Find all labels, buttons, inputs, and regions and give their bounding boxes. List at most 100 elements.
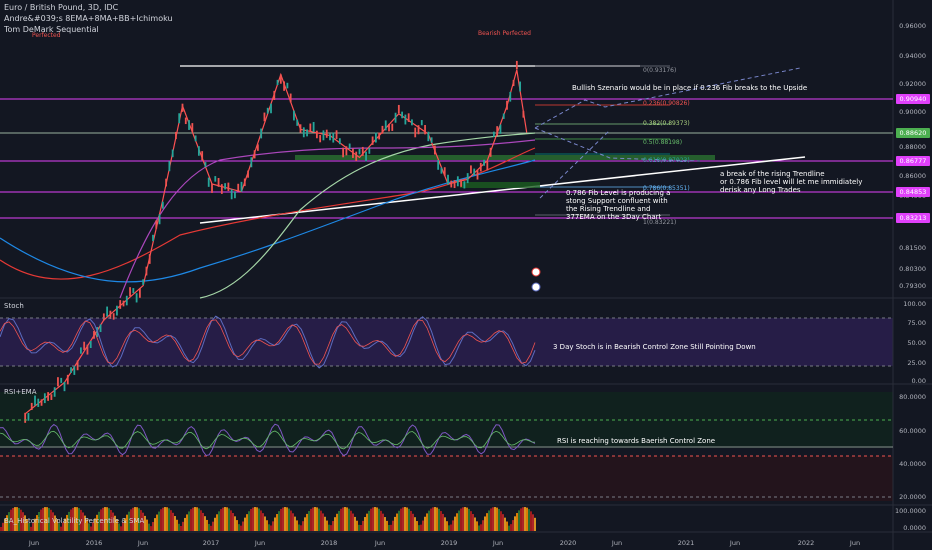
candle [63, 381, 66, 392]
hv-bar [154, 518, 156, 531]
hv-bar [530, 511, 532, 531]
rsi-axis-label: 20.0000 [899, 493, 926, 501]
hv-bar [176, 519, 178, 531]
candle [479, 162, 482, 172]
candle [492, 131, 495, 137]
hv-bar [402, 507, 404, 531]
candle [37, 398, 40, 407]
candle [73, 366, 76, 375]
hv-bar [448, 525, 450, 531]
time-tick: 2021 [677, 539, 695, 547]
time-tick: 2016 [85, 539, 103, 547]
hv-bar [502, 514, 504, 531]
hv-bar [292, 513, 294, 531]
hv-bar [318, 508, 320, 531]
hv-bar [394, 516, 396, 531]
time-tick: Jun [137, 539, 149, 547]
hv-bar [302, 521, 304, 531]
candle [371, 136, 374, 145]
candle [512, 79, 515, 87]
candle [299, 124, 302, 133]
hv-bar [236, 520, 238, 531]
hv-bar [528, 509, 530, 531]
hv-bar [362, 520, 364, 531]
candle [312, 122, 315, 133]
price-axis-label: 0.86000 [899, 172, 926, 180]
candle [325, 129, 328, 138]
stoch-panel-label: Stoch [4, 302, 24, 310]
candle [138, 288, 141, 298]
candle [394, 112, 397, 123]
candle [420, 120, 423, 126]
hv-bar [232, 513, 234, 531]
hv-bar [484, 516, 486, 531]
hv-bar [234, 516, 236, 531]
hv-bar [510, 524, 512, 531]
hv-bar [188, 511, 190, 531]
hv-bar [172, 512, 174, 531]
candle [158, 214, 161, 225]
hv-bar [284, 507, 286, 531]
candle [358, 148, 361, 155]
candle [207, 177, 210, 187]
hv-bar [312, 507, 314, 531]
candle [260, 128, 263, 139]
hv-bar [480, 524, 482, 531]
candle [240, 181, 243, 192]
candle [217, 177, 220, 187]
candle [237, 183, 240, 192]
hv-bar [410, 510, 412, 531]
hv-bar [226, 507, 228, 531]
hv-bar [208, 523, 210, 531]
candle [53, 387, 56, 397]
stoch-axis-label: 25.00 [907, 359, 926, 367]
candle [175, 131, 177, 140]
candle [319, 135, 322, 143]
hv-bar [264, 516, 266, 531]
hv-bar [194, 507, 196, 531]
candle [453, 180, 456, 189]
hv-bar [254, 507, 256, 531]
candle [279, 74, 282, 84]
candle [102, 313, 105, 321]
hv-bar [450, 524, 452, 531]
candle [414, 127, 417, 138]
hv-bar [196, 507, 198, 531]
hv-bar [268, 524, 270, 531]
hv-bar [340, 508, 342, 531]
candle [79, 347, 82, 354]
support-zone [460, 182, 540, 188]
hv-bar [350, 510, 352, 531]
candle [309, 123, 312, 132]
candle [263, 112, 266, 122]
hv-bar [242, 521, 244, 531]
hv-bar [198, 508, 200, 531]
hv-bar [278, 511, 280, 531]
price-tag: 0.86777 [896, 156, 930, 166]
hv-bar [164, 507, 166, 531]
hv-bar [204, 516, 206, 531]
candle [335, 130, 338, 139]
price-tag: 0.88620 [896, 128, 930, 138]
rsi-lower-zone [0, 456, 893, 501]
candle [214, 176, 217, 182]
candle [161, 201, 164, 209]
hv-bar [184, 517, 186, 531]
price-axis-label: 0.80300 [899, 265, 926, 273]
time-tick: 2020 [559, 539, 577, 547]
candle [361, 146, 364, 156]
candle [194, 135, 197, 142]
hv-bar [280, 508, 282, 531]
candle [168, 161, 171, 172]
candle [460, 179, 463, 187]
candle [489, 147, 492, 157]
hv-bar [228, 508, 230, 531]
candle [116, 305, 118, 316]
candle [293, 110, 295, 121]
candle [437, 160, 440, 170]
hv-bar [288, 508, 290, 531]
hv-bar [250, 509, 252, 531]
candle [125, 295, 128, 306]
hv-bar [492, 507, 494, 531]
hv-bar [160, 509, 162, 531]
